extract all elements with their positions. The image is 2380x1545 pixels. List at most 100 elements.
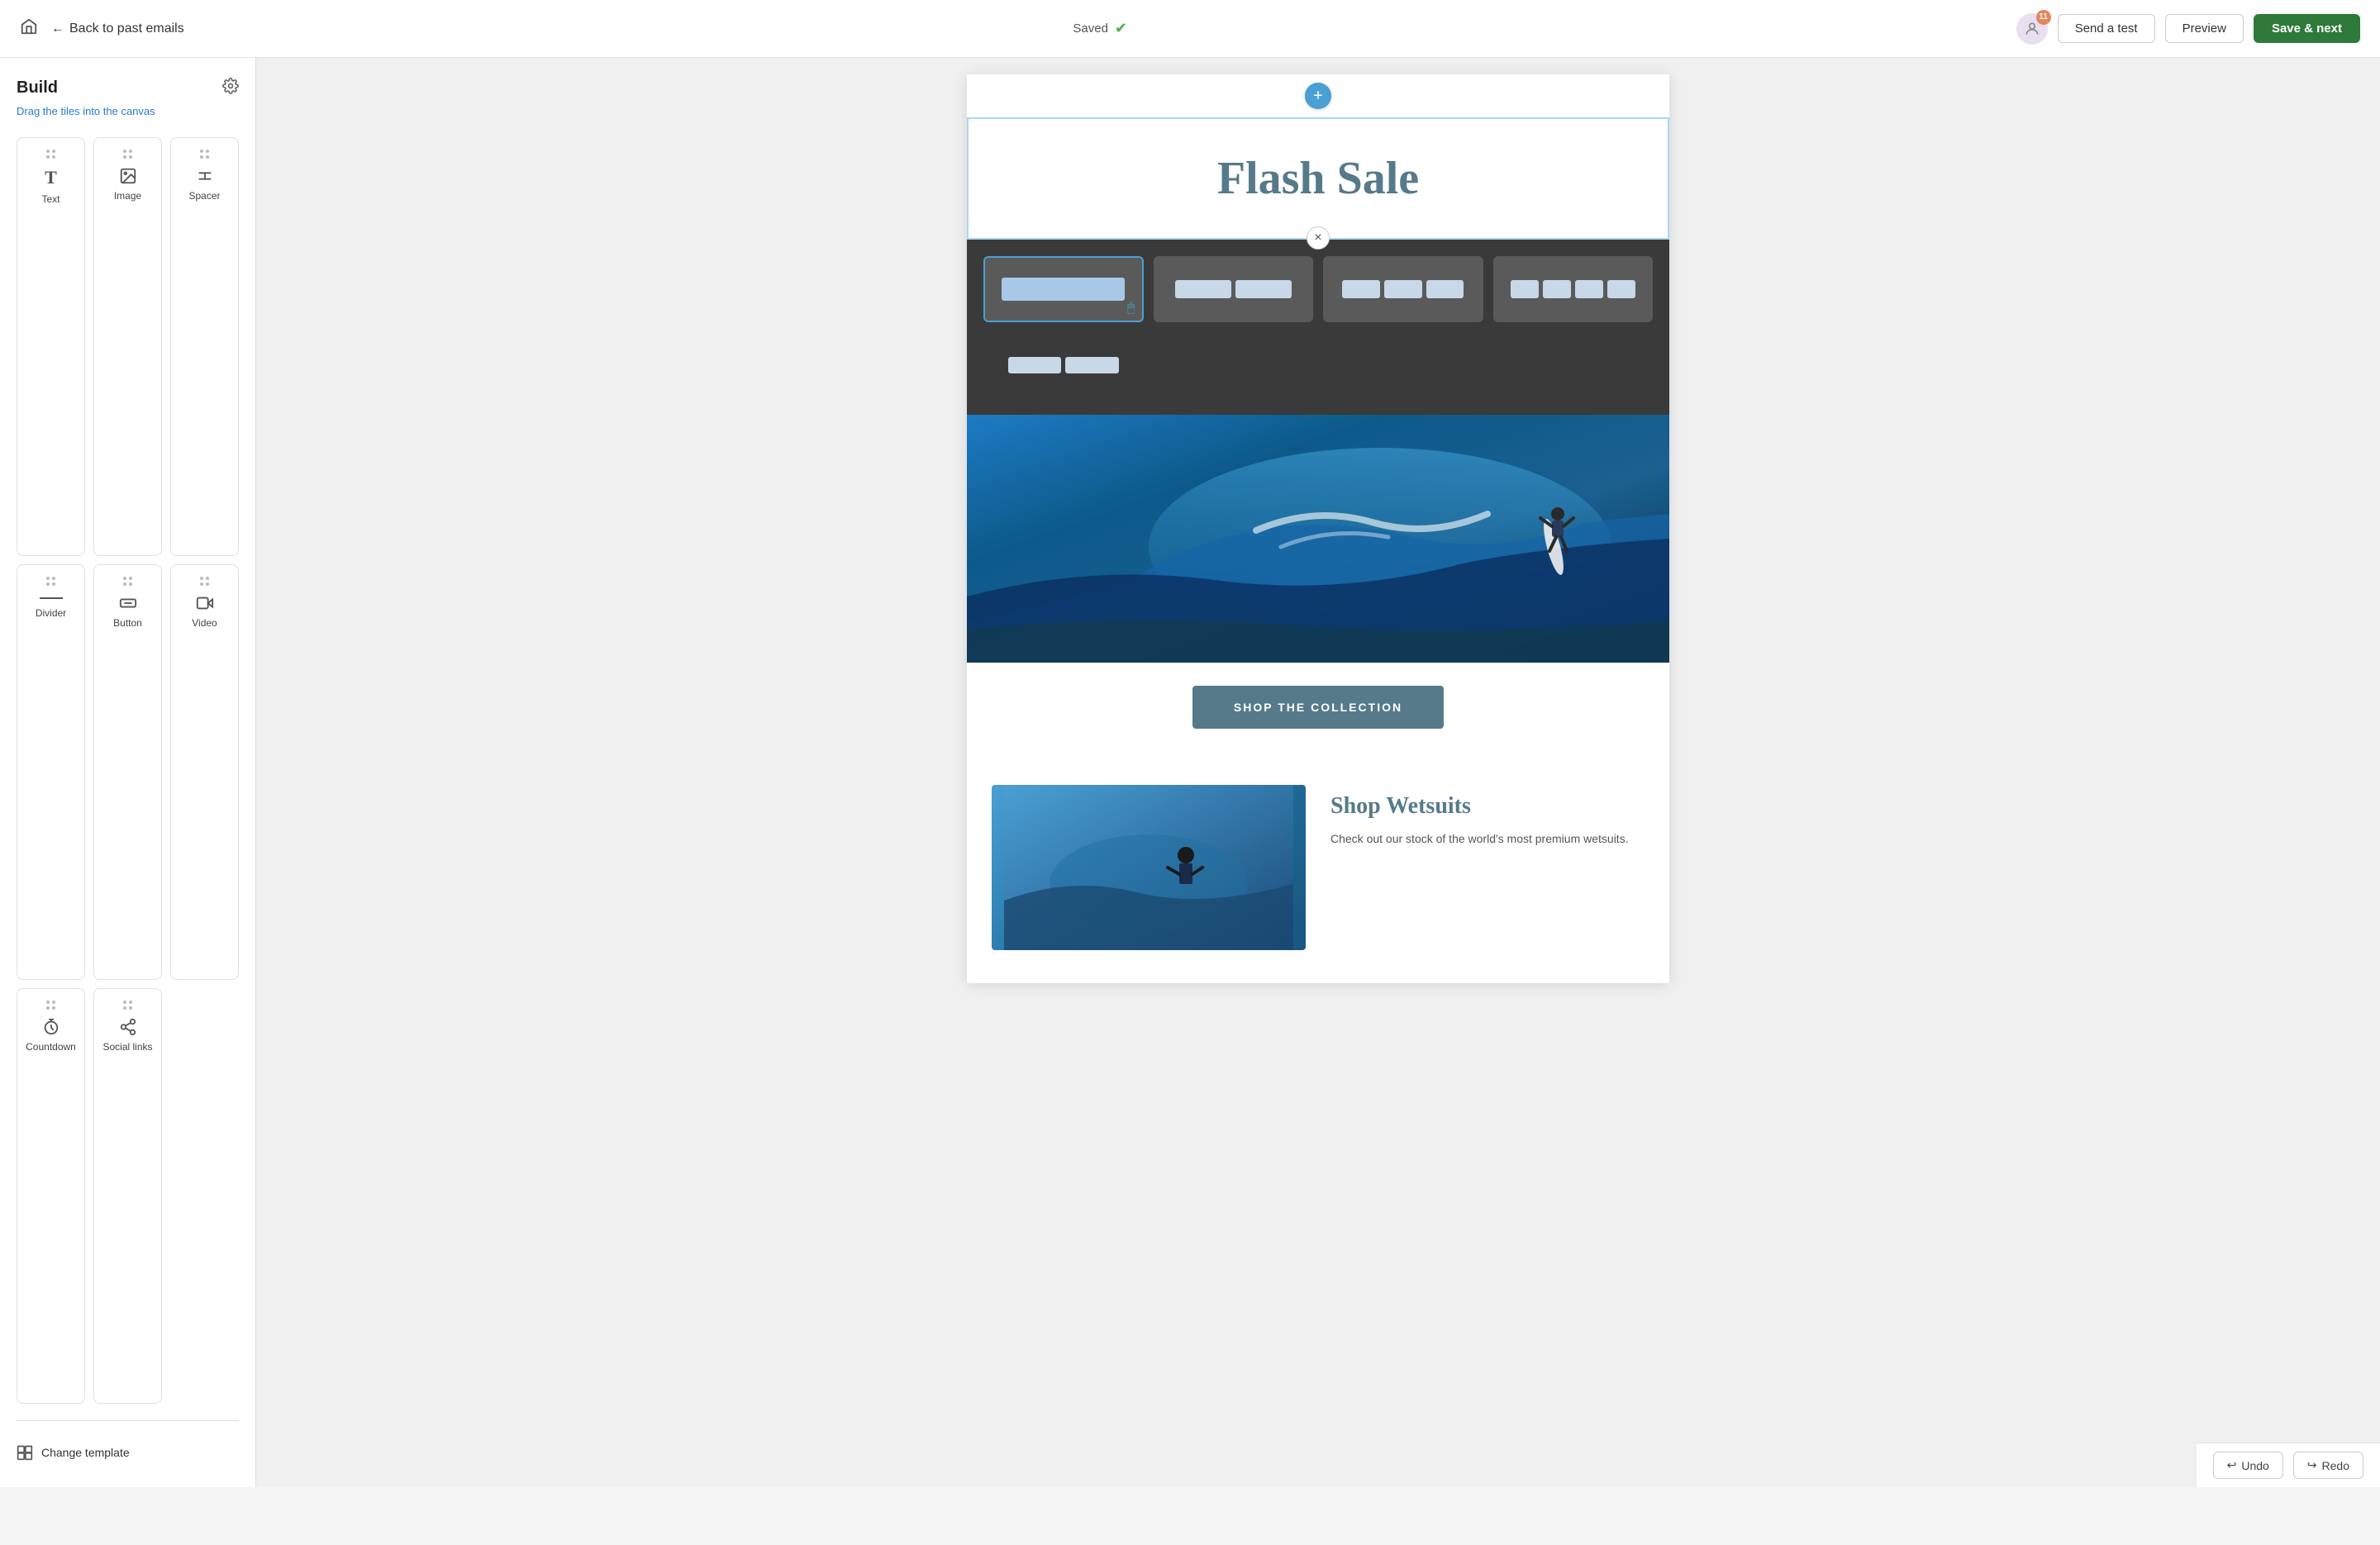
surf-thumbnail xyxy=(992,785,1306,950)
layout-block-full xyxy=(1002,278,1125,301)
layout-block-third-3 xyxy=(1426,280,1464,298)
layout-block-half-1 xyxy=(1175,280,1231,298)
close-layout-picker-button[interactable]: × xyxy=(1307,226,1330,250)
add-row-button-top[interactable]: + xyxy=(1305,83,1331,109)
tile-divider[interactable]: Divider xyxy=(17,564,85,980)
surf-thumb-svg xyxy=(992,785,1306,950)
avatar-button[interactable]: 11 xyxy=(2016,13,2048,45)
redo-icon: ↪ xyxy=(2307,1458,2317,1472)
layout-block-row xyxy=(995,278,1132,301)
surf-image-section xyxy=(967,415,1669,663)
saved-check-icon: ✔ xyxy=(1115,20,1127,37)
social-links-tile-label: Social links xyxy=(102,1041,152,1053)
layout-block-third-1 xyxy=(1342,280,1380,298)
shop-description: Check out our stock of the world's most … xyxy=(1330,830,1645,848)
close-overlay: × xyxy=(1307,226,1330,250)
layout-2subblock-inner xyxy=(993,357,1134,373)
bottom-bar: ↩ Undo ↪ Redo xyxy=(2197,1443,2380,1487)
tile-button[interactable]: Button xyxy=(93,564,162,980)
layout-block-sub-2 xyxy=(1065,357,1118,373)
template-icon xyxy=(17,1444,33,1461)
button-tile-label: Button xyxy=(113,617,142,629)
change-template-button[interactable]: Change template xyxy=(17,1438,239,1467)
shop-btn-section: SHOP THE COLLECTION xyxy=(967,663,1669,752)
tile-countdown[interactable]: Countdown xyxy=(17,988,85,1404)
layout-picker: 🖱 xyxy=(967,240,1669,415)
canvas-area: + Flash Sale × 🖱 xyxy=(256,58,2380,1487)
shop-collection-button[interactable]: SHOP THE COLLECTION xyxy=(1192,686,1444,729)
notification-badge: 11 xyxy=(2036,10,2051,25)
shop-wetsuits-title: Shop Wetsuits xyxy=(1330,793,1645,820)
send-test-button[interactable]: Send a test xyxy=(2058,14,2155,43)
tile-social-links[interactable]: Social links xyxy=(93,988,162,1404)
flash-sale-section: Flash Sale xyxy=(967,117,1669,240)
header-center: Saved ✔ xyxy=(1073,20,1127,37)
app-header: ← Back to past emails Saved ✔ 11 Send a … xyxy=(0,0,2380,58)
layout-block-half-2 xyxy=(1235,280,1292,298)
button-tile-icon xyxy=(119,594,137,612)
layout-block-quarter-3 xyxy=(1575,280,1603,298)
layout-sub-row xyxy=(993,357,1134,373)
layout-option-dark-1[interactable] xyxy=(1154,332,1314,398)
text-tile-icon: T xyxy=(45,167,57,188)
layout-block-row-3 xyxy=(1333,280,1473,298)
undo-button[interactable]: ↩ Undo xyxy=(2213,1452,2283,1479)
back-link-label: Back to past emails xyxy=(69,21,184,36)
divider-tile-icon xyxy=(40,597,63,599)
layout-option-dark-3[interactable] xyxy=(1493,332,1654,398)
layout-block-quarter-2 xyxy=(1543,280,1571,298)
saved-label: Saved xyxy=(1073,21,1108,36)
video-tile-icon xyxy=(196,594,214,612)
preview-button[interactable]: Preview xyxy=(2165,14,2244,43)
image-tile-label: Image xyxy=(114,190,141,202)
add-row-top: + xyxy=(967,74,1669,117)
change-template-label: Change template xyxy=(41,1446,130,1459)
header-right: 11 Send a test Preview Save & next xyxy=(2016,13,2360,45)
tile-image[interactable]: Image xyxy=(93,137,162,556)
spacer-tile-label: Spacer xyxy=(188,190,220,202)
bottom-right: Shop Wetsuits Check out our stock of the… xyxy=(1330,785,1645,950)
cursor-icon: 🖱 xyxy=(1127,301,1135,316)
sidebar: Build Drag the tiles into the canvas T T… xyxy=(0,58,256,1487)
redo-button[interactable]: ↪ Redo xyxy=(2293,1452,2363,1479)
layout-option-1col[interactable]: 🖱 xyxy=(983,256,1144,322)
back-arrow-icon: ← xyxy=(51,21,64,36)
countdown-tile-icon xyxy=(42,1018,60,1036)
layout-option-2col[interactable] xyxy=(1154,256,1314,322)
undo-label: Undo xyxy=(2241,1459,2268,1472)
tile-text[interactable]: T Text xyxy=(17,137,85,556)
redo-label: Redo xyxy=(2322,1459,2349,1472)
save-next-button[interactable]: Save & next xyxy=(2254,14,2360,43)
undo-icon: ↩ xyxy=(2227,1458,2237,1472)
video-tile-label: Video xyxy=(192,617,217,629)
layout-block-quarter-1 xyxy=(1511,280,1539,298)
text-tile-label: Text xyxy=(41,193,60,205)
home-icon[interactable] xyxy=(20,17,38,40)
gear-icon[interactable] xyxy=(222,78,239,98)
main-layout: Build Drag the tiles into the canvas T T… xyxy=(0,58,2380,1487)
tile-spacer[interactable]: Spacer xyxy=(170,137,239,556)
divider-tile-label: Divider xyxy=(36,607,66,619)
image-tile-icon xyxy=(119,167,137,185)
layout-block-sub-1 xyxy=(1008,357,1061,373)
tile-grid: T Text Image xyxy=(17,137,239,1404)
flash-sale-title: Flash Sale xyxy=(993,152,1643,205)
layout-block-third-2 xyxy=(1384,280,1422,298)
bottom-left xyxy=(992,785,1306,950)
layout-block-quarter-4 xyxy=(1607,280,1635,298)
back-to-emails-link[interactable]: ← Back to past emails xyxy=(51,21,184,36)
layout-option-4col[interactable] xyxy=(1493,256,1654,322)
layout-block-row-2 xyxy=(1164,280,1304,298)
surf-image-svg xyxy=(967,415,1669,663)
layout-option-dark-2[interactable] xyxy=(1323,332,1483,398)
layout-option-2subblock[interactable] xyxy=(983,332,1144,398)
build-title: Build xyxy=(17,78,58,97)
sidebar-subtitle: Drag the tiles into the canvas xyxy=(17,105,239,117)
tile-video[interactable]: Video xyxy=(170,564,239,980)
sidebar-divider xyxy=(17,1420,239,1421)
layout-option-3col[interactable] xyxy=(1323,256,1483,322)
header-left: ← Back to past emails xyxy=(20,17,184,40)
layout-picker-wrapper: × 🖱 xyxy=(967,240,1669,415)
layout-block-row-4 xyxy=(1503,280,1644,298)
spacer-tile-icon xyxy=(196,167,214,185)
